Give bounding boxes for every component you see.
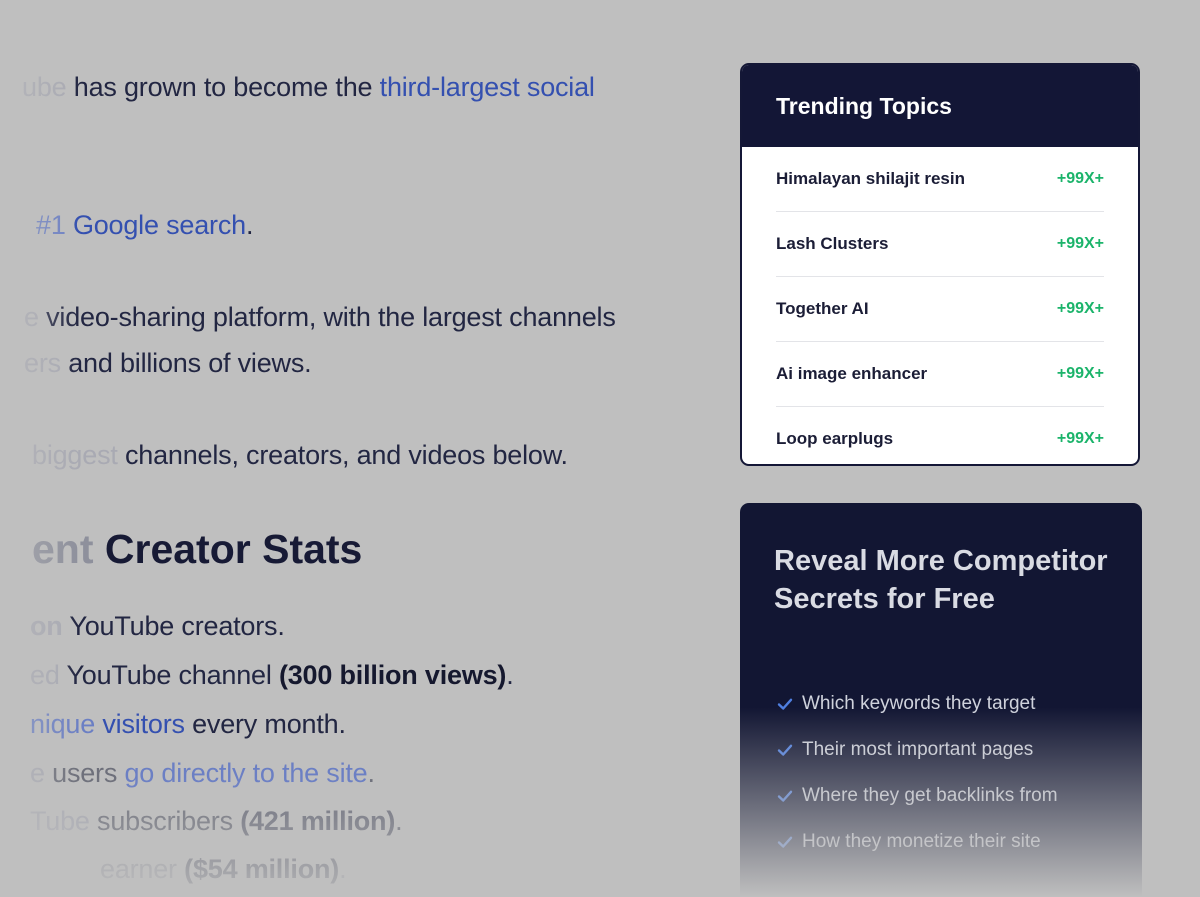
text-fragment: biggest: [32, 440, 118, 470]
text-fragment: visitors: [102, 709, 185, 739]
reveal-feature-item: How they monetize their site: [776, 819, 1058, 865]
trending-topic-growth: +99X+: [1056, 365, 1104, 382]
text-fragment: video-sharing platform, with the largest…: [38, 302, 616, 332]
article-body: ube has grown to become the third-larges…: [0, 0, 700, 897]
trending-topic-growth: +99X+: [1056, 170, 1104, 187]
text-fragment: earner: [100, 854, 185, 884]
text-fragment: Google search: [72, 210, 246, 240]
article-paragraph: #1 Google search.: [36, 208, 253, 242]
stat-item: earner ($54 million).: [100, 852, 347, 886]
text-fragment: on: [30, 611, 63, 641]
trending-topic-growth: +99X+: [1056, 235, 1104, 252]
reveal-feature-text: How they monetize their site: [802, 831, 1041, 852]
trending-topic-growth: +99X+: [1056, 430, 1104, 447]
link-unique-visitors[interactable]: nique visitors: [30, 709, 185, 739]
reveal-secrets-card: Reveal More Competitor Secrets for Free …: [740, 503, 1142, 897]
check-icon: [776, 741, 794, 759]
trending-topic-name: Loop earplugs: [776, 429, 894, 448]
trending-topic-row[interactable]: Together AI +99X+: [776, 277, 1104, 342]
text-fragment: YouTube creators.: [62, 611, 285, 641]
trending-topic-name: Together AI: [776, 299, 869, 318]
text-fragment: every month.: [184, 709, 346, 739]
reveal-feature-item: Which keywords they target: [776, 681, 1058, 727]
text-fragment: Creator Stats: [93, 526, 363, 572]
stat-item: nique visitors every month.: [30, 707, 346, 741]
stat-item: e users go directly to the site.: [30, 756, 375, 790]
text-fragment: has grown to become the: [66, 72, 380, 102]
link-google-search[interactable]: #1 Google search: [36, 210, 246, 240]
trending-topics-list: Himalayan shilajit resin +99X+ Lash Clus…: [742, 147, 1138, 464]
reveal-secrets-title: Reveal More Competitor Secrets for Free: [774, 545, 1108, 615]
reveal-feature-text: Where they get backlinks from: [802, 785, 1058, 806]
trending-topic-name: Ai image enhancer: [776, 364, 928, 383]
text-fragment: channels, creators, and videos below.: [117, 440, 568, 470]
check-icon: [776, 787, 794, 805]
section-heading: ent Creator Stats: [32, 524, 362, 574]
text-fragment: ed: [30, 660, 60, 690]
text-fragment: e: [24, 302, 39, 332]
text-fragment: ent: [32, 526, 94, 572]
text-fragment: ers: [24, 348, 61, 378]
text-fragment: .: [395, 806, 403, 836]
text-fragment: (300 billion views): [278, 660, 507, 690]
reveal-feature-text: Their most important pages: [802, 739, 1034, 760]
article-paragraph: ube has grown to become the third-larges…: [22, 70, 595, 104]
stat-item: on YouTube creators.: [30, 609, 285, 643]
check-icon: [776, 695, 794, 713]
text-fragment: ube: [22, 72, 67, 102]
article-paragraph: e video-sharing platform, with the large…: [24, 300, 616, 334]
trending-topic-row[interactable]: Ai image enhancer +99X+: [776, 342, 1104, 407]
text-fragment: #1: [36, 210, 73, 240]
trending-topics-card: Trending Topics Himalayan shilajit resin…: [740, 63, 1140, 466]
reveal-feature-item: Their most important pages: [776, 727, 1058, 773]
check-icon: [776, 833, 794, 851]
text-fragment: .: [367, 758, 376, 788]
text-fragment: YouTube channel: [59, 660, 279, 690]
stat-item: Tube subscribers (421 million).: [30, 804, 403, 838]
article-paragraph: ers and billions of views.: [24, 346, 312, 380]
link-third-largest-social[interactable]: third-largest social: [380, 72, 595, 102]
article-paragraph: biggest channels, creators, and videos b…: [32, 438, 568, 472]
text-fragment: .: [506, 660, 514, 690]
text-fragment: subscribers: [89, 806, 241, 836]
reveal-feature-list: Which keywords they target Their most im…: [776, 681, 1058, 865]
text-fragment: users: [44, 758, 125, 788]
reveal-feature-item: Where they get backlinks from: [776, 773, 1058, 819]
text-fragment: (421 million): [240, 806, 396, 836]
trending-topic-name: Lash Clusters: [776, 234, 889, 253]
text-fragment: and billions of views.: [60, 348, 312, 378]
trending-topic-row[interactable]: Lash Clusters +99X+: [776, 212, 1104, 277]
stat-item: ed YouTube channel (300 billion views).: [30, 658, 514, 692]
reveal-feature-text: Which keywords they target: [802, 693, 1036, 714]
trending-topic-name: Himalayan shilajit resin: [776, 169, 965, 188]
text-fragment: ($54 million): [184, 854, 340, 884]
trending-topics-title: Trending Topics: [742, 65, 1138, 147]
text-fragment: e: [30, 758, 45, 788]
trending-topic-row[interactable]: Loop earplugs +99X+: [776, 407, 1104, 464]
trending-topic-row[interactable]: Himalayan shilajit resin +99X+: [776, 147, 1104, 212]
text-fragment: Tube: [30, 806, 90, 836]
trending-topic-growth: +99X+: [1056, 300, 1104, 317]
text-fragment: .: [339, 854, 347, 884]
text-fragment: nique: [30, 709, 103, 739]
link-go-directly[interactable]: go directly to the site: [124, 758, 367, 788]
text-fragment: .: [245, 210, 254, 240]
